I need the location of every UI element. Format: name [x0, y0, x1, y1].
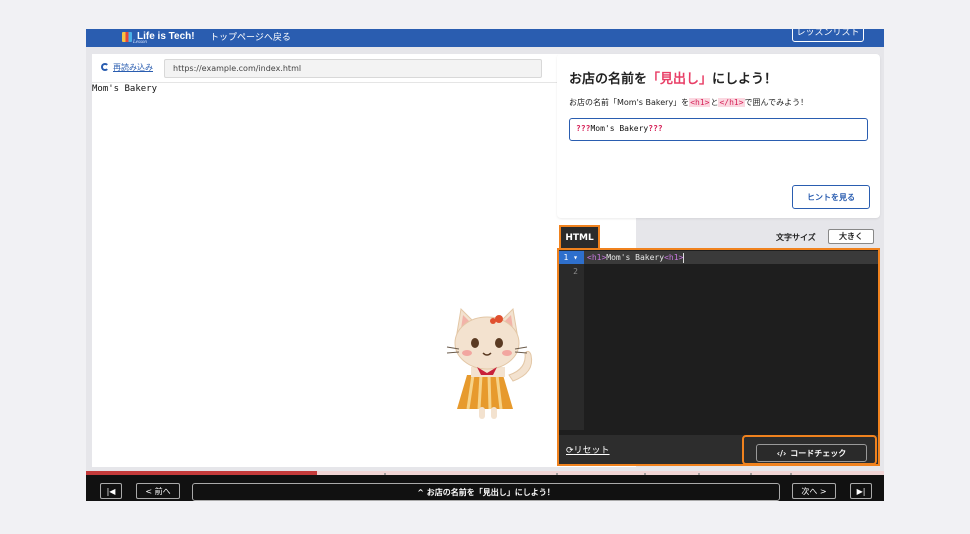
editor-footer: ⟳リセット ‹/› コードチェック: [559, 435, 878, 465]
code-check-button[interactable]: ‹/› コードチェック: [756, 444, 867, 462]
lesson-list-button[interactable]: レッスンリスト: [792, 29, 864, 42]
code-check-highlight: ‹/› コードチェック: [742, 435, 877, 465]
task-title-prefix: お店の名前を: [569, 72, 648, 87]
placeholder-marker: ???: [576, 124, 591, 133]
task-example-box: ???Mom's Bakery???: [569, 118, 868, 141]
font-size-button[interactable]: 大きく: [828, 229, 874, 244]
code-open-tag: <h1>: [587, 253, 607, 262]
code-check-label: コードチェック: [790, 448, 847, 458]
first-step-button[interactable]: |◀: [100, 483, 122, 499]
prev-button[interactable]: < 前へ: [136, 483, 180, 499]
task-description: お店の名前「Mom's Bakery」を<h1>と</h1>で囲んでみよう！: [569, 97, 808, 108]
close-tag-chip: </h1>: [718, 98, 745, 107]
preview-url-bar: 再読み込み https://example.com/index.html: [92, 54, 636, 83]
text-cursor: [683, 252, 685, 263]
line-number: 2: [573, 267, 578, 276]
tab-html[interactable]: HTML: [559, 225, 600, 248]
bottom-nav: |◀ < 前へ ^ お店の名前を「見出し」にしよう！ 次へ > ▶|: [86, 475, 884, 501]
code-icon: ‹/›: [776, 448, 787, 458]
reload-link[interactable]: 再読み込み: [113, 62, 153, 73]
code-content: Mom's Bakery: [606, 253, 665, 262]
task-desc-part: で囲んでみよう！: [744, 98, 809, 107]
task-desc-part: お店の名前「Mom's Bakery」を: [569, 98, 690, 107]
back-to-top-link[interactable]: トップページへ戻る: [210, 30, 291, 43]
lesson-title-bar[interactable]: ^ お店の名前を「見出し」にしよう！: [192, 483, 780, 501]
code-line[interactable]: 2: [559, 265, 878, 278]
logo-mark-icon: [122, 32, 132, 42]
reset-label: リセット: [573, 446, 610, 456]
task-title: お店の名前を「見出し」にしよう！: [569, 68, 777, 87]
next-button[interactable]: 次へ >: [792, 483, 836, 499]
line-number: 1 ▾: [559, 251, 584, 264]
top-bar: Life is Tech! Lesson トップページへ戻る レッスンリスト: [86, 29, 884, 47]
open-tag-chip: <h1>: [689, 98, 711, 107]
cat-mascot-icon: [446, 307, 533, 419]
logo-subtitle: Lesson: [133, 40, 147, 45]
reset-link[interactable]: ⟳リセット: [566, 443, 610, 456]
preview-content: Mom's Bakery: [92, 84, 158, 94]
placeholder-marker: ???: [648, 124, 663, 133]
hint-button[interactable]: ヒントを見る: [792, 185, 870, 209]
task-panel: お店の名前を「見出し」にしよう！ お店の名前「Mom's Bakery」を<h1…: [557, 54, 880, 218]
preview-pane: 再読み込み https://example.com/index.html Mom…: [92, 54, 636, 467]
task-title-highlight: 「見出し」: [647, 72, 713, 87]
font-size-label: 文字サイズ: [776, 233, 816, 242]
last-step-button[interactable]: ▶|: [850, 483, 872, 499]
task-title-suffix: にしよう！: [712, 72, 778, 87]
code-text[interactable]: <h1>Mom's Bakery<h1>: [587, 251, 685, 264]
lesson-app: Life is Tech! Lesson トップページへ戻る レッスンリスト 再…: [86, 29, 884, 501]
code-line[interactable]: 1 ▾ <h1>Mom's Bakery<h1>: [559, 251, 878, 264]
reload-icon[interactable]: [101, 63, 109, 71]
code-close-tag: <h1>: [664, 253, 684, 262]
code-editor[interactable]: 1 ▾ <h1>Mom's Bakery<h1> 2 ⟳リセット ‹/› コード…: [557, 248, 880, 466]
url-field: https://example.com/index.html: [164, 59, 542, 78]
example-text: Mom's Bakery: [590, 124, 649, 133]
